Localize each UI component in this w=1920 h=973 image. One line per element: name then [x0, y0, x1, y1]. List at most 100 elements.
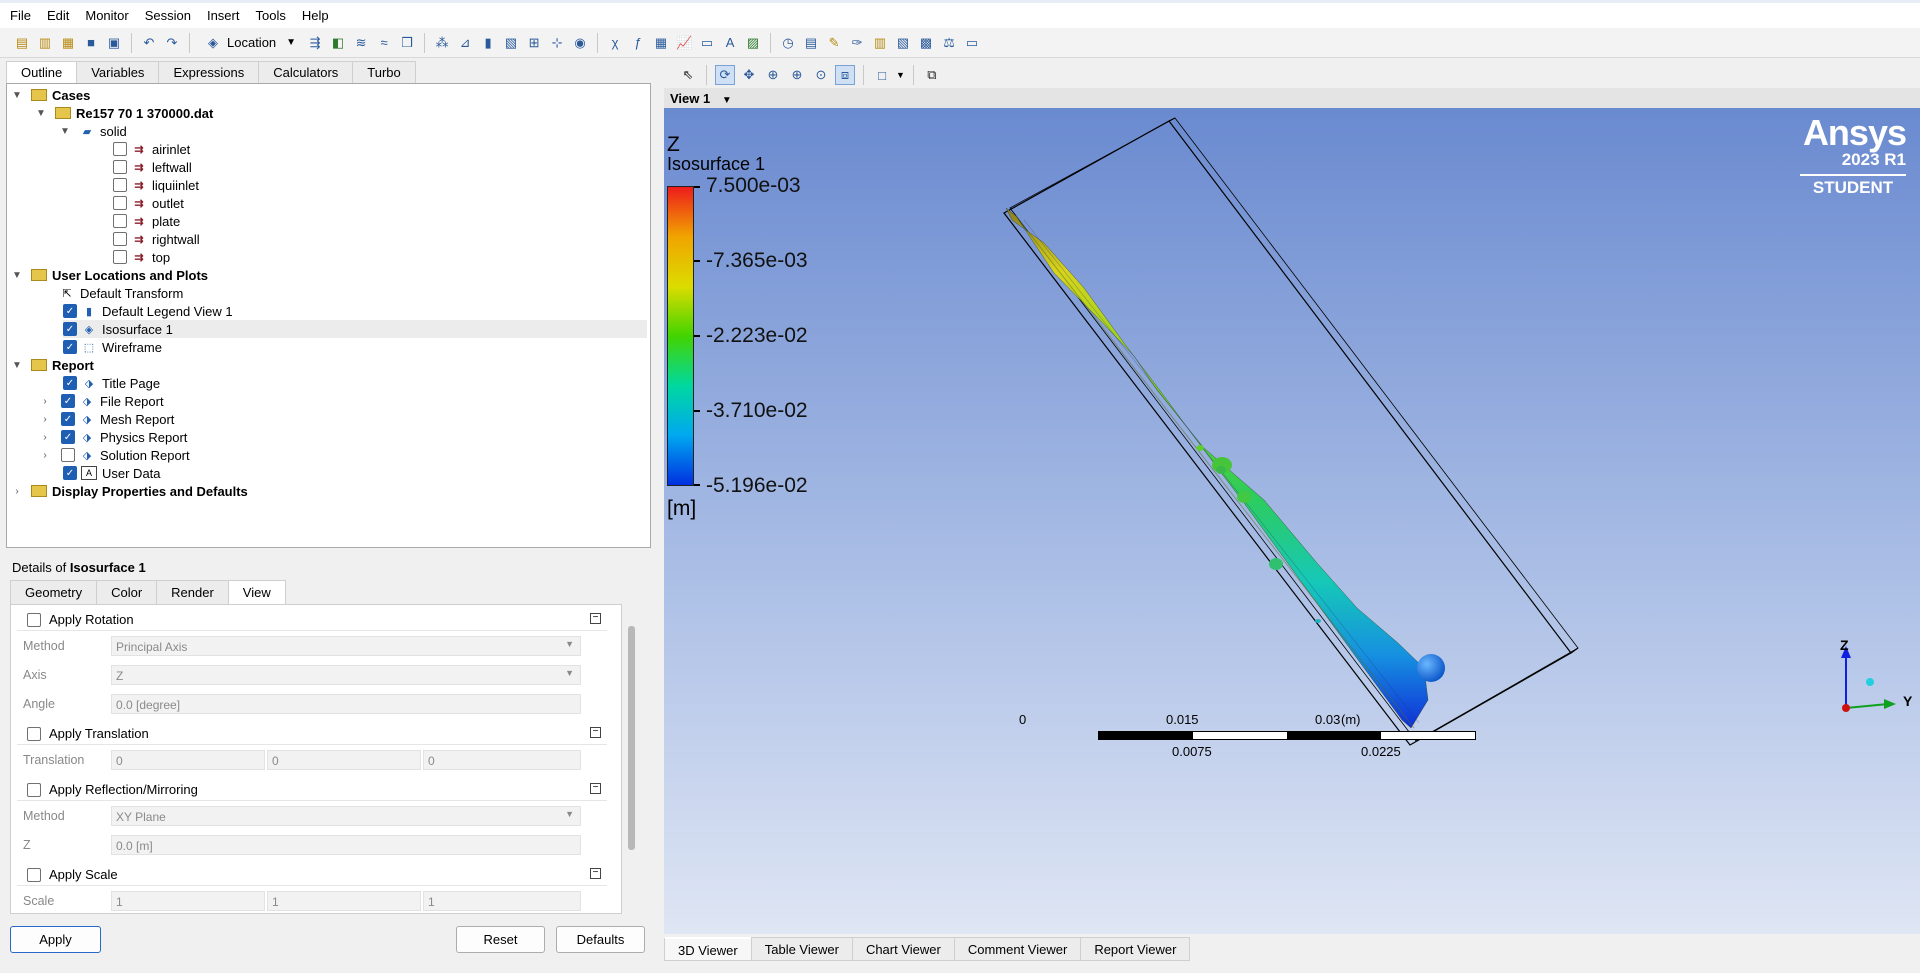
pan-icon[interactable]: ✥: [739, 65, 759, 85]
new-case-icon[interactable]: ▤: [12, 33, 32, 53]
chevron-down-icon[interactable]: ▼: [35, 108, 47, 119]
chevron-down-icon[interactable]: ▼: [11, 270, 23, 281]
tree-item-report-item[interactable]: ✓ A User Data: [63, 464, 161, 482]
tree-item-report[interactable]: ▼ Report: [11, 356, 94, 374]
tree-item-user-locations[interactable]: ▼ User Locations and Plots: [11, 266, 208, 284]
redo-icon[interactable]: ↷: [162, 33, 182, 53]
visibility-checkbox[interactable]: [113, 232, 127, 246]
chevron-right-icon[interactable]: ›: [39, 450, 51, 461]
tab-expressions[interactable]: Expressions: [158, 61, 260, 83]
tree-item-boundary[interactable]: ⇉ rightwall: [113, 230, 200, 248]
collapse-icon[interactable]: −: [590, 783, 601, 794]
tree-item-cases[interactable]: ▼ Cases: [11, 86, 90, 104]
translation-y-input[interactable]: 0: [267, 750, 421, 770]
visibility-checkbox[interactable]: [113, 178, 127, 192]
view-selector[interactable]: View 1 ▼: [664, 88, 1920, 108]
menu-help[interactable]: Help: [294, 8, 337, 23]
visibility-checkbox[interactable]: [61, 448, 75, 462]
chevron-down-icon[interactable]: ▼: [11, 90, 23, 101]
viewport-layout-icon[interactable]: □: [872, 65, 892, 85]
menu-monitor[interactable]: Monitor: [77, 8, 136, 23]
particle-track-icon[interactable]: ≈: [374, 33, 394, 53]
visibility-checkbox[interactable]: ✓: [61, 412, 75, 426]
apply-reflection-checkbox[interactable]: [27, 782, 41, 797]
chevron-down-icon[interactable]: ▼: [896, 70, 905, 80]
tree-item-domain[interactable]: ▼ ▰ solid: [59, 122, 127, 140]
tree-item-boundary[interactable]: ⇉ airinlet: [113, 140, 190, 158]
visibility-checkbox[interactable]: [113, 214, 127, 228]
detach-viewer-icon[interactable]: ⧉: [922, 65, 942, 85]
streamline-icon[interactable]: ≋: [351, 33, 371, 53]
tab-chart-viewer[interactable]: Chart Viewer: [851, 937, 955, 961]
probe-icon[interactable]: ✑: [847, 33, 867, 53]
rotation-method-select[interactable]: Principal Axis ▼: [111, 636, 581, 656]
sphere-icon[interactable]: ◉: [570, 33, 590, 53]
tree-item-wireframe[interactable]: ✓ ⬚ Wireframe: [63, 338, 162, 356]
rotation-angle-input[interactable]: 0.0 [degree]: [111, 694, 581, 714]
tree-item-report-item[interactable]: › ✓ ⬗ Mesh Report: [39, 410, 174, 428]
command-editor-icon[interactable]: ▭: [962, 33, 982, 53]
tab-view[interactable]: View: [227, 580, 286, 604]
rotation-axis-select[interactable]: Z ▼: [111, 665, 581, 685]
defaults-button[interactable]: Defaults: [556, 926, 645, 953]
tree-item-report-item[interactable]: › ⬗ Solution Report: [39, 446, 189, 464]
location-dropdown[interactable]: ◈ Location ▼: [197, 32, 302, 54]
instance-transform-icon[interactable]: ⁂: [432, 33, 452, 53]
visibility-checkbox[interactable]: [113, 250, 127, 264]
3d-viewport[interactable]: Z Isosurface 1 7.500e-03 -7.365e-03 -2.2…: [664, 108, 1920, 934]
chevron-down-icon[interactable]: ▼: [11, 360, 23, 371]
tree-item-legend-view[interactable]: ✓ ▮ Default Legend View 1: [63, 302, 233, 320]
expression-icon[interactable]: ƒ: [628, 33, 648, 53]
tree-item-display-properties[interactable]: › Display Properties and Defaults: [11, 482, 247, 500]
legend-icon[interactable]: ▧: [501, 33, 521, 53]
load-results-icon[interactable]: ▦: [58, 33, 78, 53]
details-scrollbar[interactable]: [628, 626, 635, 850]
chevron-down-icon[interactable]: ▼: [59, 126, 71, 137]
menu-file[interactable]: File: [2, 8, 39, 23]
tab-comment-viewer[interactable]: Comment Viewer: [953, 937, 1082, 961]
variable-icon[interactable]: χ: [605, 33, 625, 53]
reflection-z-input[interactable]: 0.0 [m]: [111, 835, 581, 855]
tree-item-boundary[interactable]: ⇉ leftwall: [113, 158, 192, 176]
animation-icon[interactable]: ▤: [801, 33, 821, 53]
collapse-icon[interactable]: −: [590, 868, 601, 879]
visibility-checkbox[interactable]: ✓: [63, 322, 77, 336]
case-comparison-icon[interactable]: ⚖: [939, 33, 959, 53]
tree-item-boundary[interactable]: ⇉ top: [113, 248, 170, 266]
tree-item-report-item[interactable]: ✓ ⬗ Title Page: [63, 374, 160, 392]
tab-variables[interactable]: Variables: [76, 61, 160, 83]
tree-item-boundary[interactable]: ⇉ outlet: [113, 194, 184, 212]
chevron-right-icon[interactable]: ›: [39, 414, 51, 425]
tab-turbo[interactable]: Turbo: [352, 61, 416, 83]
translation-z-input[interactable]: 0: [423, 750, 581, 770]
visibility-checkbox[interactable]: [113, 160, 127, 174]
tab-table-viewer[interactable]: Table Viewer: [750, 937, 853, 961]
scale-z-input[interactable]: 1: [423, 891, 581, 911]
apply-scale-checkbox[interactable]: [27, 867, 41, 882]
tree-item-case-file[interactable]: ▼ Re157 70 1 370000.dat: [35, 104, 213, 122]
comment-icon[interactable]: ▭: [697, 33, 717, 53]
menu-session[interactable]: Session: [137, 8, 199, 23]
save-state-icon[interactable]: ■: [81, 33, 101, 53]
chevron-right-icon[interactable]: ›: [39, 396, 51, 407]
visibility-checkbox[interactable]: ✓: [63, 304, 77, 318]
visibility-checkbox[interactable]: [113, 196, 127, 210]
coordinate-frame-icon[interactable]: ⊹: [547, 33, 567, 53]
visibility-checkbox[interactable]: ✓: [61, 430, 75, 444]
zoom-box-icon[interactable]: ⊕: [787, 65, 807, 85]
apply-rotation-checkbox[interactable]: [27, 612, 41, 627]
tab-render[interactable]: Render: [156, 580, 229, 604]
visibility-checkbox[interactable]: ✓: [63, 376, 77, 390]
table-icon[interactable]: ▦: [651, 33, 671, 53]
vector-icon[interactable]: ⇶: [305, 33, 325, 53]
tab-color[interactable]: Color: [96, 580, 158, 604]
visibility-checkbox[interactable]: ✓: [61, 394, 75, 408]
apply-translation-checkbox[interactable]: [27, 726, 41, 741]
tree-item-report-item[interactable]: › ✓ ⬗ Physics Report: [39, 428, 187, 446]
tab-geometry[interactable]: Geometry: [10, 580, 98, 604]
tree-item-isosurface[interactable]: ✓ ◈ Isosurface 1: [63, 320, 647, 338]
quick-editor-icon[interactable]: ✎: [824, 33, 844, 53]
visibility-checkbox[interactable]: ✓: [63, 340, 77, 354]
tree-item-default-transform[interactable]: ⇱ Default Transform: [59, 284, 183, 302]
contour-icon[interactable]: ◧: [328, 33, 348, 53]
